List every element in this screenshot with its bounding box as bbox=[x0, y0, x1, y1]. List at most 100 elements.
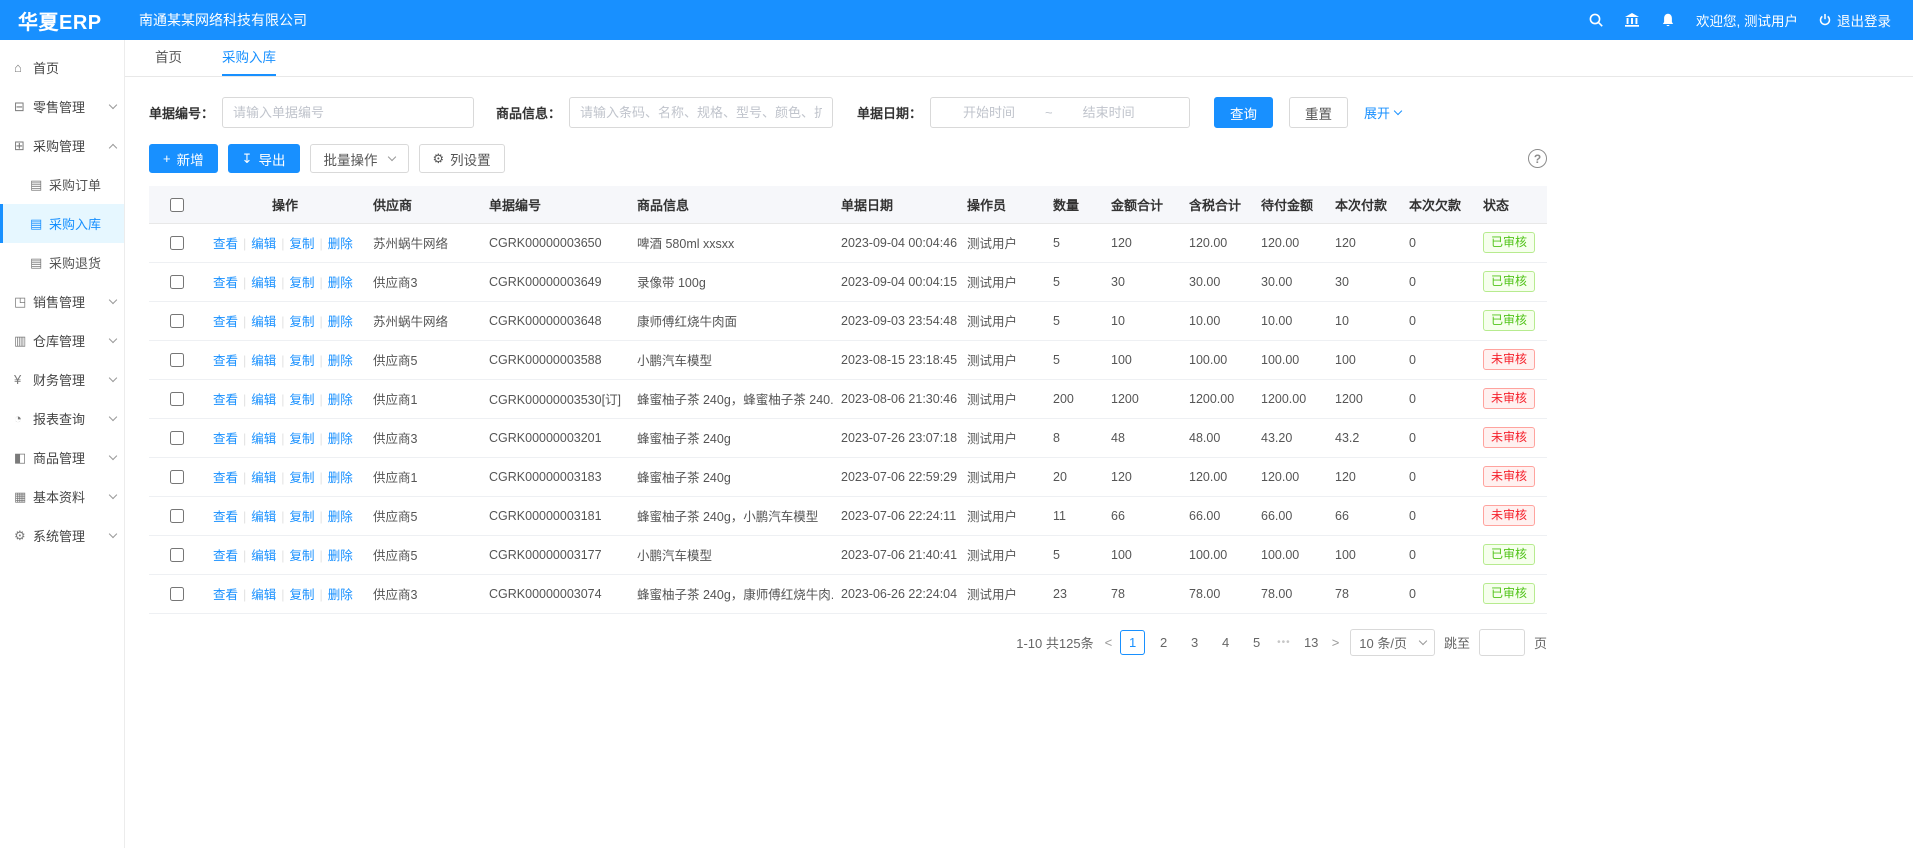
sidebar-item-7[interactable]: ◧商品管理 bbox=[0, 438, 124, 477]
action-copy-link[interactable]: 复制 bbox=[290, 276, 315, 290]
page-size-select[interactable]: 10 条/页 bbox=[1350, 629, 1435, 656]
batch-actions-button[interactable]: 批量操作 bbox=[310, 144, 409, 173]
cell-paid: 120 bbox=[1327, 223, 1401, 262]
row-checkbox[interactable] bbox=[170, 275, 184, 289]
tab-1[interactable]: 采购入库 bbox=[222, 40, 276, 76]
row-checkbox[interactable] bbox=[170, 392, 184, 406]
page-button-2[interactable]: 2 bbox=[1151, 630, 1176, 655]
sidebar-item-2[interactable]: ⊞采购管理 bbox=[0, 126, 124, 165]
sidebar-item-0[interactable]: ⌂首页 bbox=[0, 48, 124, 87]
search-button[interactable]: 查询 bbox=[1214, 97, 1273, 128]
logout-button[interactable]: 退出登录 bbox=[1818, 10, 1891, 30]
action-copy-link[interactable]: 复制 bbox=[290, 237, 315, 251]
row-checkbox[interactable] bbox=[170, 587, 184, 601]
action-separator: | bbox=[320, 471, 323, 485]
column-settings-button[interactable]: ⚙列设置 bbox=[419, 144, 505, 173]
search-icon[interactable] bbox=[1588, 12, 1604, 28]
action-edit-link[interactable]: 编辑 bbox=[251, 510, 276, 524]
prev-page-button[interactable]: < bbox=[1103, 635, 1115, 650]
action-copy-link[interactable]: 复制 bbox=[290, 432, 315, 446]
date-range-picker[interactable]: ~ bbox=[930, 97, 1190, 128]
row-checkbox[interactable] bbox=[170, 509, 184, 523]
reset-button[interactable]: 重置 bbox=[1289, 97, 1348, 128]
end-date-input[interactable] bbox=[1059, 105, 1159, 120]
help-icon[interactable]: ? bbox=[1528, 149, 1547, 168]
row-checkbox[interactable] bbox=[170, 353, 184, 367]
action-edit-link[interactable]: 编辑 bbox=[251, 276, 276, 290]
sidebar-item-8[interactable]: ▦基本资料 bbox=[0, 477, 124, 516]
action-copy-link[interactable]: 复制 bbox=[290, 393, 315, 407]
action-edit-link[interactable]: 编辑 bbox=[251, 315, 276, 329]
row-checkbox[interactable] bbox=[170, 236, 184, 250]
sidebar-item-4[interactable]: ▥仓库管理 bbox=[0, 321, 124, 360]
product-input[interactable] bbox=[569, 97, 833, 128]
action-view-link[interactable]: 查看 bbox=[213, 471, 238, 485]
sidebar-subitem-2-2[interactable]: ▤采购退货 bbox=[0, 243, 124, 282]
action-view-link[interactable]: 查看 bbox=[213, 276, 238, 290]
action-delete-link[interactable]: 删除 bbox=[328, 510, 353, 524]
sidebar-item-6[interactable]: ◔报表查询 bbox=[0, 399, 124, 438]
cell-bill-no: CGRK00000003201 bbox=[481, 418, 629, 457]
action-view-link[interactable]: 查看 bbox=[213, 237, 238, 251]
action-view-link[interactable]: 查看 bbox=[213, 393, 238, 407]
action-delete-link[interactable]: 删除 bbox=[328, 432, 353, 446]
jump-page-input[interactable] bbox=[1479, 629, 1525, 656]
action-delete-link[interactable]: 删除 bbox=[328, 393, 353, 407]
row-checkbox[interactable] bbox=[170, 548, 184, 562]
page-button-1[interactable]: 1 bbox=[1120, 630, 1145, 655]
action-view-link[interactable]: 查看 bbox=[213, 354, 238, 368]
action-view-link[interactable]: 查看 bbox=[213, 510, 238, 524]
tab-0[interactable]: 首页 bbox=[155, 40, 182, 76]
action-edit-link[interactable]: 编辑 bbox=[251, 432, 276, 446]
action-delete-link[interactable]: 删除 bbox=[328, 549, 353, 563]
action-edit-link[interactable]: 编辑 bbox=[251, 354, 276, 368]
status-badge: 未审核 bbox=[1483, 427, 1535, 449]
action-edit-link[interactable]: 编辑 bbox=[251, 588, 276, 602]
action-copy-link[interactable]: 复制 bbox=[290, 588, 315, 602]
page-button-5[interactable]: 5 bbox=[1244, 630, 1269, 655]
bank-icon[interactable] bbox=[1624, 12, 1640, 28]
action-view-link[interactable]: 查看 bbox=[213, 315, 238, 329]
action-edit-link[interactable]: 编辑 bbox=[251, 393, 276, 407]
bill-no-input[interactable] bbox=[222, 97, 474, 128]
sidebar-subitem-2-0[interactable]: ▤采购订单 bbox=[0, 165, 124, 204]
action-copy-link[interactable]: 复制 bbox=[290, 549, 315, 563]
action-delete-link[interactable]: 删除 bbox=[328, 276, 353, 290]
action-copy-link[interactable]: 复制 bbox=[290, 510, 315, 524]
action-edit-link[interactable]: 编辑 bbox=[251, 237, 276, 251]
action-copy-link[interactable]: 复制 bbox=[290, 315, 315, 329]
next-page-button[interactable]: > bbox=[1330, 635, 1342, 650]
sidebar-subitem-2-1[interactable]: ▤采购入库 bbox=[0, 204, 124, 243]
expand-link[interactable]: 展开 bbox=[1364, 103, 1401, 122]
page-button-3[interactable]: 3 bbox=[1182, 630, 1207, 655]
action-delete-link[interactable]: 删除 bbox=[328, 237, 353, 251]
sidebar-item-9[interactable]: ⚙系统管理 bbox=[0, 516, 124, 555]
sidebar-item-5[interactable]: ¥财务管理 bbox=[0, 360, 124, 399]
bell-icon[interactable] bbox=[1660, 12, 1676, 28]
action-copy-link[interactable]: 复制 bbox=[290, 354, 315, 368]
jump-suffix: 页 bbox=[1534, 633, 1547, 652]
select-all-checkbox[interactable] bbox=[170, 198, 184, 212]
row-checkbox[interactable] bbox=[170, 431, 184, 445]
action-copy-link[interactable]: 复制 bbox=[290, 471, 315, 485]
action-edit-link[interactable]: 编辑 bbox=[251, 471, 276, 485]
page-button-4[interactable]: 4 bbox=[1213, 630, 1238, 655]
action-delete-link[interactable]: 删除 bbox=[328, 354, 353, 368]
row-checkbox[interactable] bbox=[170, 470, 184, 484]
cell-paid: 120 bbox=[1327, 457, 1401, 496]
action-view-link[interactable]: 查看 bbox=[213, 432, 238, 446]
page-button-13[interactable]: 13 bbox=[1299, 630, 1324, 655]
start-date-input[interactable] bbox=[939, 105, 1039, 120]
action-edit-link[interactable]: 编辑 bbox=[251, 549, 276, 563]
action-delete-link[interactable]: 删除 bbox=[328, 471, 353, 485]
cell-supplier: 供应商5 bbox=[365, 340, 481, 379]
sidebar-item-3[interactable]: ◳销售管理 bbox=[0, 282, 124, 321]
action-delete-link[interactable]: 删除 bbox=[328, 315, 353, 329]
export-button[interactable]: ↧导出 bbox=[228, 144, 300, 173]
action-view-link[interactable]: 查看 bbox=[213, 588, 238, 602]
action-delete-link[interactable]: 删除 bbox=[328, 588, 353, 602]
sidebar-item-1[interactable]: ⊟零售管理 bbox=[0, 87, 124, 126]
add-button[interactable]: +新增 bbox=[149, 144, 218, 173]
action-view-link[interactable]: 查看 bbox=[213, 549, 238, 563]
row-checkbox[interactable] bbox=[170, 314, 184, 328]
